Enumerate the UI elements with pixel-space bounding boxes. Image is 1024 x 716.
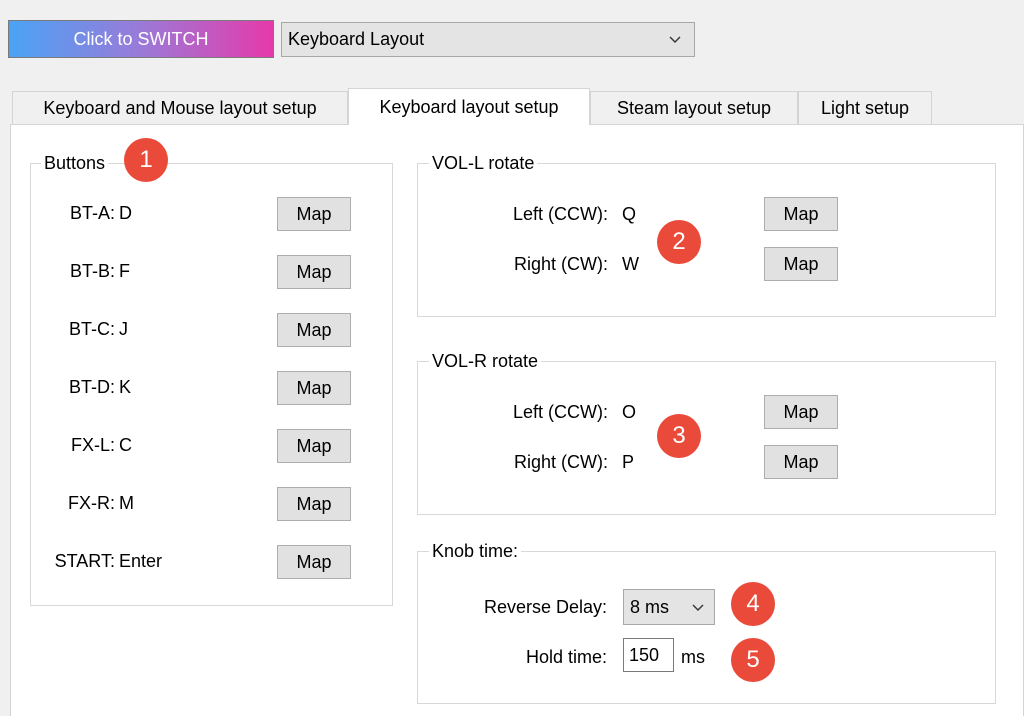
bt-a-key: D [119, 203, 132, 223]
switch-button[interactable]: Click to SWITCH [8, 20, 274, 58]
map-button-vol-r-left[interactable]: Map [764, 395, 838, 429]
layout-select-value: Keyboard Layout [288, 29, 425, 49]
callout-badge-4: 4 [731, 582, 775, 626]
tab-keyboard-mouse[interactable]: Keyboard and Mouse layout setup [12, 91, 348, 125]
knob-time-group [417, 551, 996, 704]
vol-l-right-label: Right (CW): [514, 254, 608, 274]
knob-time-group-title: Knob time: [429, 541, 522, 562]
fx-l-key: C [119, 435, 132, 455]
map-button-fx-r[interactable]: Map [277, 487, 351, 521]
reverse-delay-select[interactable]: 8 ms [623, 589, 715, 625]
tab-light[interactable]: Light setup [798, 91, 932, 125]
reverse-delay-value: 8 ms [630, 596, 670, 617]
reverse-delay-label: Reverse Delay: [483, 597, 607, 617]
bt-c-label: BT-C: [68, 319, 115, 339]
map-button-start[interactable]: Map [277, 545, 351, 579]
fx-l-label: FX-L: [70, 435, 115, 455]
map-button-vol-l-right[interactable]: Map [764, 247, 838, 281]
vol-r-left-label: Left (CCW): [512, 402, 608, 422]
vol-l-left-label: Left (CCW): [512, 204, 608, 224]
callout-badge-2: 2 [657, 220, 701, 264]
hold-time-unit: ms [681, 647, 705, 667]
tab-steam[interactable]: Steam layout setup [590, 91, 798, 125]
vol-l-right-key: W [622, 254, 639, 274]
bt-d-key: K [119, 377, 132, 397]
start-label: START: [54, 551, 115, 571]
vol-r-left-key: O [622, 402, 637, 422]
vol-l-group [417, 163, 996, 317]
layout-select[interactable]: Keyboard Layout [281, 22, 695, 57]
map-button-vol-l-left[interactable]: Map [764, 197, 838, 231]
chevron-down-icon [692, 604, 704, 611]
bt-a-label: BT-A: [69, 203, 115, 223]
map-button-bt-d[interactable]: Map [277, 371, 351, 405]
map-button-bt-a[interactable]: Map [277, 197, 351, 231]
map-button-bt-b[interactable]: Map [277, 255, 351, 289]
map-button-vol-r-right[interactable]: Map [764, 445, 838, 479]
bt-d-label: BT-D: [68, 377, 115, 397]
map-button-fx-l[interactable]: Map [277, 429, 351, 463]
fx-r-key: M [119, 493, 134, 513]
hold-time-input[interactable] [623, 638, 674, 672]
vol-r-group-title: VOL-R rotate [429, 351, 542, 372]
callout-badge-3: 3 [657, 414, 701, 458]
bt-c-key: J [119, 319, 128, 339]
vol-l-group-title: VOL-L rotate [429, 153, 538, 174]
vol-r-right-key: P [622, 452, 635, 472]
tab-keyboard[interactable]: Keyboard layout setup [348, 88, 590, 125]
callout-badge-1: 1 [124, 138, 168, 182]
bt-b-label: BT-B: [69, 261, 115, 281]
vol-r-group [417, 361, 996, 515]
start-key: Enter [119, 551, 163, 571]
callout-badge-5: 5 [731, 638, 775, 682]
map-button-bt-c[interactable]: Map [277, 313, 351, 347]
bt-b-key: F [119, 261, 130, 281]
chevron-down-icon [669, 36, 681, 43]
vol-r-right-label: Right (CW): [514, 452, 608, 472]
buttons-group-title: Buttons [41, 153, 109, 174]
vol-l-left-key: Q [622, 204, 637, 224]
hold-time-label: Hold time: [525, 647, 607, 667]
fx-r-label: FX-R: [68, 493, 115, 513]
